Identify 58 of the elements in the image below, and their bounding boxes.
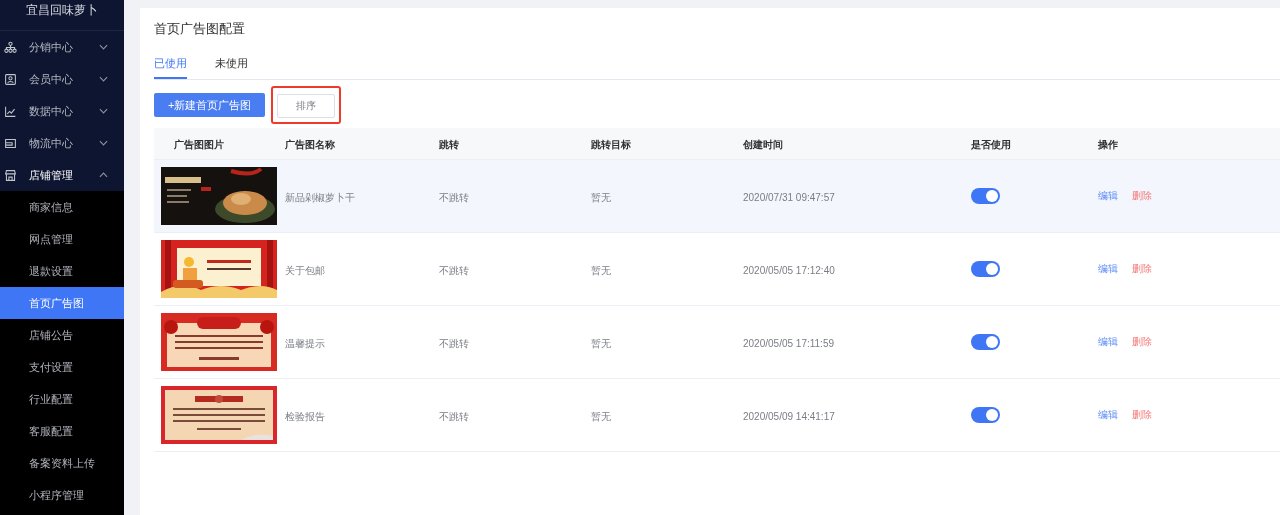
network-icon: [4, 40, 17, 54]
menu-item[interactable]: 商家信息: [0, 191, 124, 223]
column-header: 广告图名称: [285, 139, 335, 150]
column-header: 跳转: [439, 139, 459, 150]
table-cell: 关于包邮: [285, 264, 325, 276]
table-cell: 检验报告: [285, 410, 325, 422]
tab[interactable]: 已使用: [154, 54, 187, 79]
column-header: 操作: [1098, 139, 1118, 150]
menu-group[interactable]: 物流中心: [0, 127, 124, 159]
menu-item[interactable]: 网点管理: [0, 223, 124, 255]
table-cell: 2020/05/05 17:12:40: [743, 264, 835, 276]
menu-item[interactable]: 备案资料上传: [0, 447, 124, 479]
toggle-switch[interactable]: [971, 187, 1000, 204]
table-cell: 暂无: [591, 337, 611, 349]
column-header: 广告图图片: [174, 139, 224, 150]
truck-icon: [4, 136, 17, 150]
chevron-down-icon: [99, 108, 108, 114]
table-cell: 温馨提示: [285, 337, 325, 349]
chevron-down-icon: [99, 140, 108, 146]
column-header: 是否使用: [971, 139, 1011, 150]
menu-item[interactable]: 客服配置: [0, 415, 124, 447]
chevron-up-icon: [99, 172, 108, 178]
brand-name: 宜昌回味萝卜: [26, 2, 98, 19]
new-banner-button[interactable]: +新建首页广告图: [154, 92, 266, 117]
table-cell: 新品剁椒萝卜干: [285, 191, 355, 203]
column-header: 创建时间: [743, 139, 783, 150]
chevron-down-icon: [99, 76, 108, 82]
toggle-switch[interactable]: [971, 260, 1000, 277]
menu-group[interactable]: 会员中心: [0, 63, 124, 95]
menu-group[interactable]: 店铺管理: [0, 159, 124, 191]
sort-button[interactable]: 排序: [277, 93, 336, 118]
toggle-switch[interactable]: [971, 406, 1000, 423]
chevron-down-icon: [99, 44, 108, 50]
menu-item[interactable]: 行业配置: [0, 383, 124, 415]
menu-group[interactable]: 分销中心: [0, 31, 124, 63]
menu-item[interactable]: 退款设置: [0, 255, 124, 287]
chart-icon: [4, 104, 17, 118]
tab[interactable]: 未使用: [215, 54, 248, 79]
table-cell: 不跳转: [439, 410, 469, 422]
user-card-icon: [4, 72, 17, 86]
menu-item[interactable]: 支付设置: [0, 351, 124, 383]
menu-group[interactable]: 数据中心: [0, 95, 124, 127]
table-cell: 2020/05/09 14:41:17: [743, 410, 835, 422]
menu-item[interactable]: 首页广告图: [0, 287, 124, 319]
table-cell: 暂无: [591, 191, 611, 203]
column-header: 跳转目标: [591, 139, 631, 150]
table-cell: 不跳转: [439, 264, 469, 276]
table-cell: 2020/05/05 17:11:59: [743, 337, 834, 349]
table-cell: 暂无: [591, 410, 611, 422]
table-cell: 不跳转: [439, 337, 469, 349]
menu-item[interactable]: 店铺公告: [0, 319, 124, 351]
table-cell: 暂无: [591, 264, 611, 276]
toggle-switch[interactable]: [971, 333, 1000, 350]
table-cell: 2020/07/31 09:47:57: [743, 191, 835, 203]
page-title: 首页广告图配置: [154, 20, 245, 38]
menu-item[interactable]: 小程序管理: [0, 479, 124, 511]
table-cell: 不跳转: [439, 191, 469, 203]
store-icon: [4, 168, 17, 182]
